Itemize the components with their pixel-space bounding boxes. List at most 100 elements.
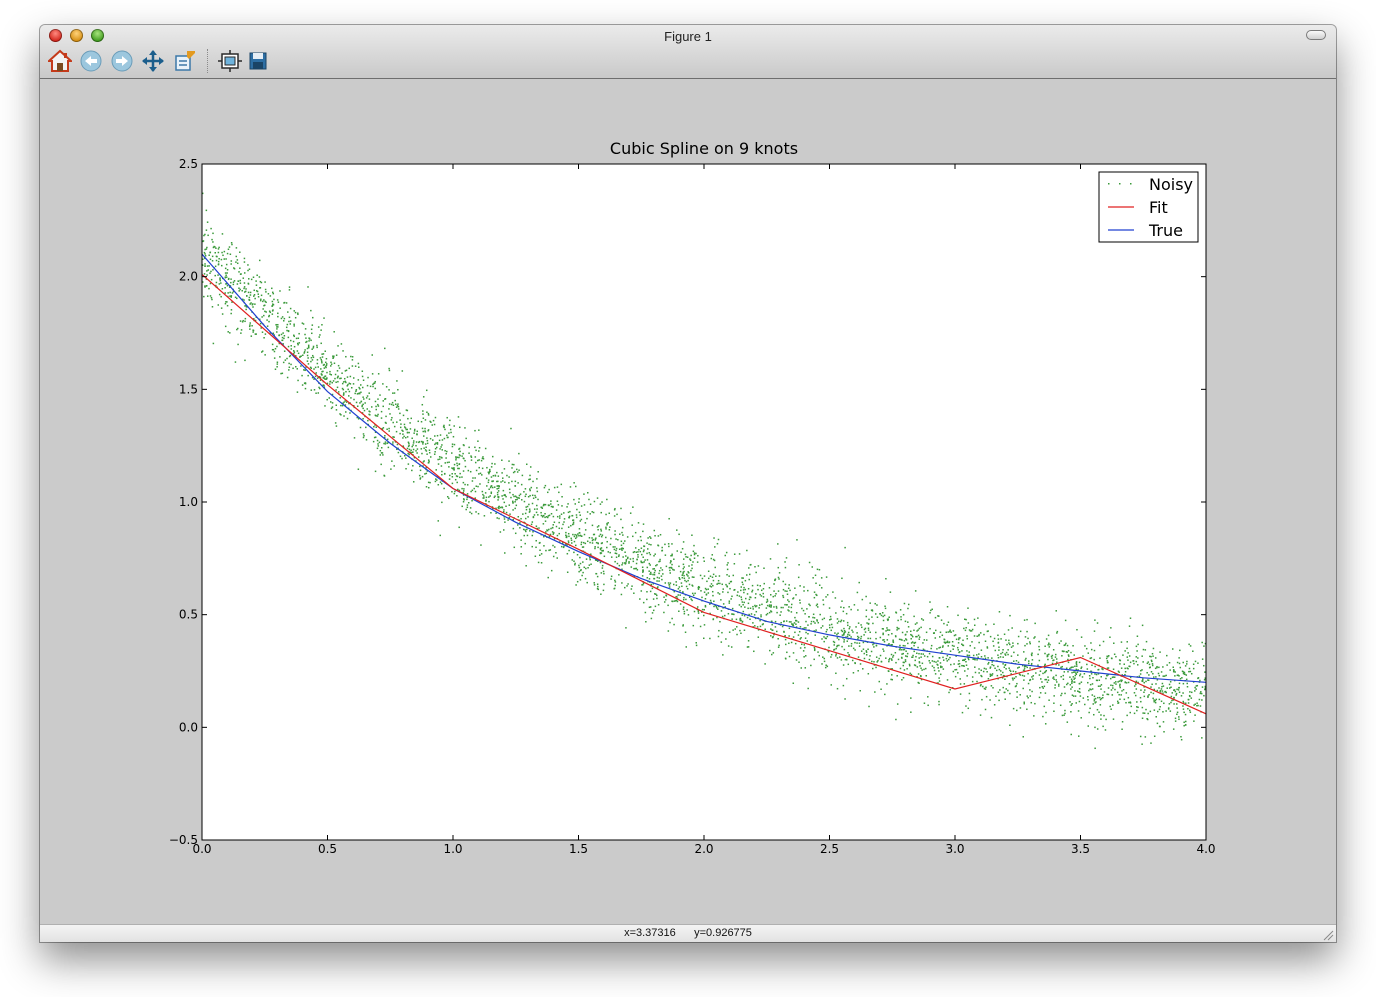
noisy-point	[391, 416, 393, 419]
noisy-point	[1136, 650, 1138, 652]
noisy-point	[1091, 664, 1093, 667]
noisy-point	[933, 669, 936, 672]
noisy-point	[405, 409, 408, 411]
noisy-point	[812, 577, 814, 579]
noisy-point	[879, 636, 882, 639]
noisy-point	[484, 447, 487, 450]
noisy-point	[793, 622, 796, 624]
back-icon[interactable]	[79, 49, 103, 73]
noisy-point	[850, 642, 853, 645]
noisy-point	[609, 526, 611, 528]
subplots-icon[interactable]	[218, 49, 242, 73]
noisy-point	[1076, 665, 1078, 667]
pan-icon[interactable]	[141, 49, 165, 73]
noisy-point	[608, 512, 610, 515]
noisy-point	[1123, 698, 1126, 701]
noisy-point	[514, 499, 517, 501]
noisy-point	[425, 486, 428, 488]
noisy-point	[810, 620, 813, 623]
home-icon[interactable]	[48, 49, 72, 73]
noisy-point	[525, 508, 528, 511]
noisy-point	[601, 564, 604, 567]
noisy-point	[813, 617, 816, 619]
noisy-point	[234, 361, 237, 363]
noisy-point	[696, 606, 699, 608]
noisy-point	[585, 558, 588, 560]
noisy-point	[845, 677, 848, 680]
noisy-point	[450, 431, 452, 434]
noisy-point	[871, 667, 874, 670]
chart[interactable]: 0.0 0.5 1.0 1.5 2.0 2.5 3.0 3.5 4.0−0.50.00.51.0…	[40, 79, 1336, 925]
noisy-point	[567, 526, 570, 528]
noisy-point	[1096, 622, 1099, 624]
noisy-point	[567, 503, 569, 505]
save-icon[interactable]	[246, 49, 270, 73]
noisy-point	[719, 582, 721, 585]
noisy-point	[825, 596, 827, 598]
noisy-point	[567, 532, 570, 535]
noisy-point	[778, 644, 780, 647]
noisy-point	[374, 387, 377, 390]
noisy-point	[1038, 640, 1040, 643]
noisy-point	[978, 641, 980, 644]
noisy-point	[875, 631, 877, 634]
noisy-point	[1189, 711, 1192, 713]
noisy-point	[1095, 673, 1098, 676]
noisy-point	[522, 513, 524, 515]
noisy-point	[909, 672, 911, 675]
figure-canvas[interactable]: 0.0 0.5 1.0 1.5 2.0 2.5 3.0 3.5 4.0 −0.5 0.0 0.5 1.0…	[40, 79, 1336, 925]
noisy-point	[1007, 629, 1010, 631]
noisy-point	[1137, 657, 1139, 659]
noisy-point	[1000, 652, 1002, 655]
noisy-point	[1124, 681, 1127, 683]
noisy-point	[963, 683, 966, 685]
noisy-point	[671, 563, 673, 566]
noisy-point	[947, 631, 949, 633]
noisy-point	[863, 634, 865, 636]
noisy-point	[695, 552, 697, 555]
noisy-point	[999, 656, 1002, 658]
noisy-point	[687, 579, 689, 582]
noisy-point	[509, 513, 511, 515]
noisy-point	[938, 680, 941, 682]
noisy-point	[343, 401, 345, 404]
toolbar-toggle-button[interactable]	[1306, 30, 1326, 40]
noisy-point	[1070, 704, 1072, 706]
noisy-point	[544, 503, 547, 506]
noisy-point	[589, 541, 591, 544]
zoom-icon[interactable]	[173, 49, 197, 73]
noisy-point	[918, 652, 920, 655]
noisy-point	[1189, 691, 1191, 693]
noisy-point	[940, 619, 943, 621]
noisy-point	[474, 429, 476, 432]
noisy-point	[901, 679, 903, 681]
noisy-point	[836, 645, 838, 648]
noisy-point	[685, 646, 688, 648]
noisy-point	[803, 656, 805, 658]
noisy-point	[537, 561, 540, 564]
resize-grip-icon[interactable]	[1322, 929, 1334, 941]
noisy-point	[922, 642, 924, 644]
noisy-point	[459, 472, 461, 475]
noisy-point	[958, 638, 960, 641]
noisy-point	[1091, 683, 1094, 685]
noisy-point	[478, 429, 480, 431]
noisy-point	[279, 290, 281, 292]
noisy-point	[810, 623, 812, 625]
noisy-point	[421, 403, 424, 406]
noisy-point	[766, 604, 769, 607]
noisy-point	[883, 650, 885, 652]
noisy-point	[320, 329, 322, 331]
noisy-point	[333, 331, 335, 333]
noisy-point	[412, 448, 415, 451]
noisy-point	[1201, 658, 1204, 660]
noisy-point	[1080, 667, 1082, 670]
noisy-point	[916, 630, 918, 632]
noisy-point	[823, 636, 825, 638]
noisy-point	[976, 635, 978, 637]
noisy-point	[319, 357, 322, 359]
noisy-point	[794, 587, 796, 589]
noisy-point	[1192, 663, 1195, 666]
noisy-point	[288, 369, 290, 371]
forward-icon[interactable]	[110, 49, 134, 73]
